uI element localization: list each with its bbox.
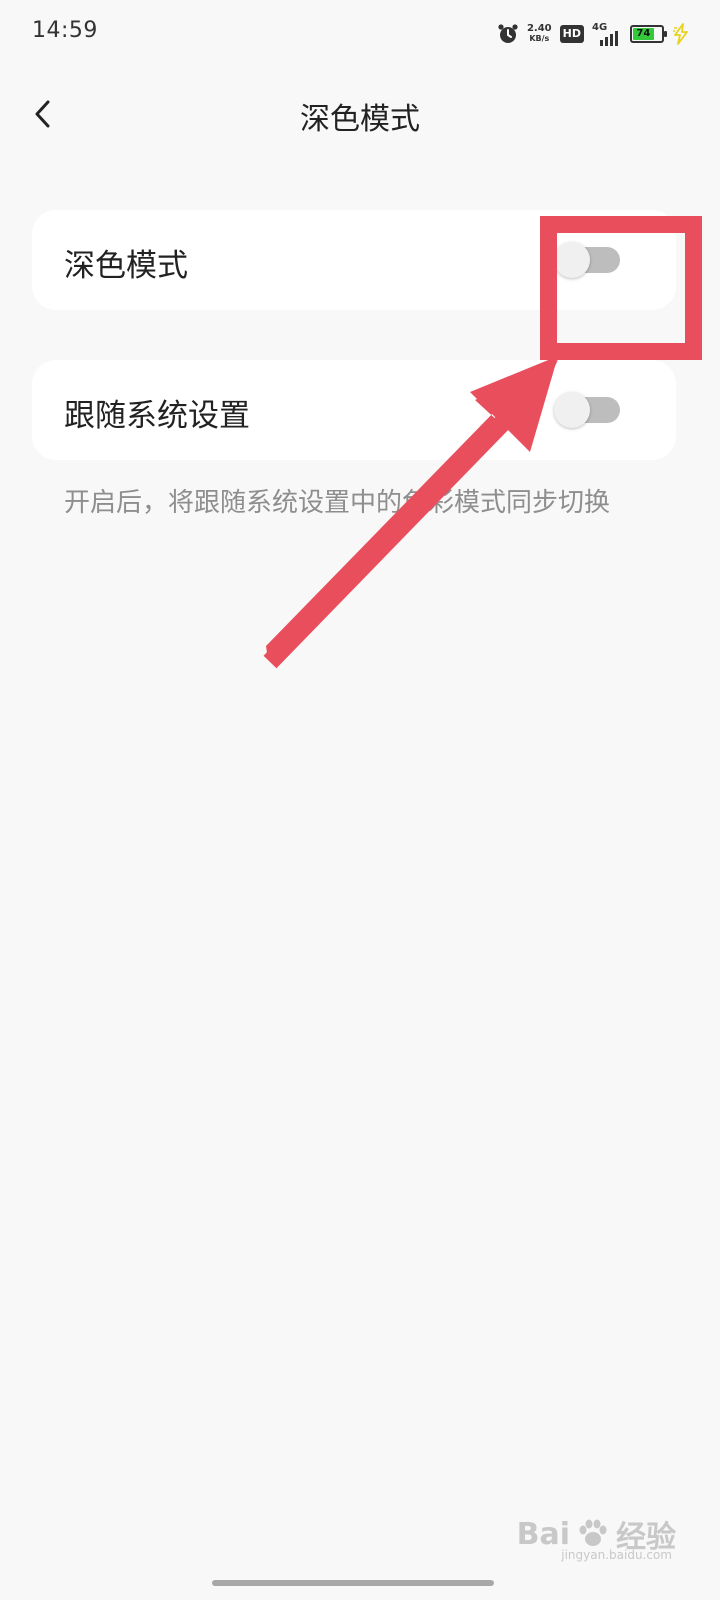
watermark: Bai 经验 jingyan.baidu.com [516,1512,676,1563]
status-time: 14:59 [32,18,98,43]
page-title: 深色模式 [300,102,420,137]
follow-system-description: 开启后，将跟随系统设置中的色彩模式同步切换 [64,488,611,518]
status-icons: 2.40 KB/s HD 4G 74 [497,20,690,48]
toggle-knob [554,392,590,428]
signal-icon: 4G [592,22,622,46]
paw-icon [579,1519,607,1546]
battery-level: 74 [636,28,651,39]
charging-icon [672,23,690,45]
follow-system-setting-row[interactable]: 跟随系统设置 [32,360,676,460]
battery-icon: 74 [630,25,667,43]
annotation-highlight-box [540,216,702,360]
follow-system-label: 跟随系统设置 [64,398,250,434]
net-speed-value: 2.40 [526,23,552,34]
header: 深色模式 [0,70,720,160]
watermark-url: jingyan.baidu.com [561,1548,672,1562]
net-speed-unit: KB/s [529,34,550,43]
watermark-brand: Bai [516,1516,570,1552]
alarm-icon [497,23,519,45]
battery-fill: 74 [633,28,654,40]
dark-mode-label: 深色模式 [64,248,188,284]
hd-icon: HD [559,25,584,43]
follow-system-toggle[interactable] [554,392,620,428]
net-speed: 2.40 KB/s [527,24,552,44]
status-bar: 14:59 2.40 KB/s HD 4G 74 [0,0,720,70]
home-indicator[interactable] [212,1580,494,1586]
